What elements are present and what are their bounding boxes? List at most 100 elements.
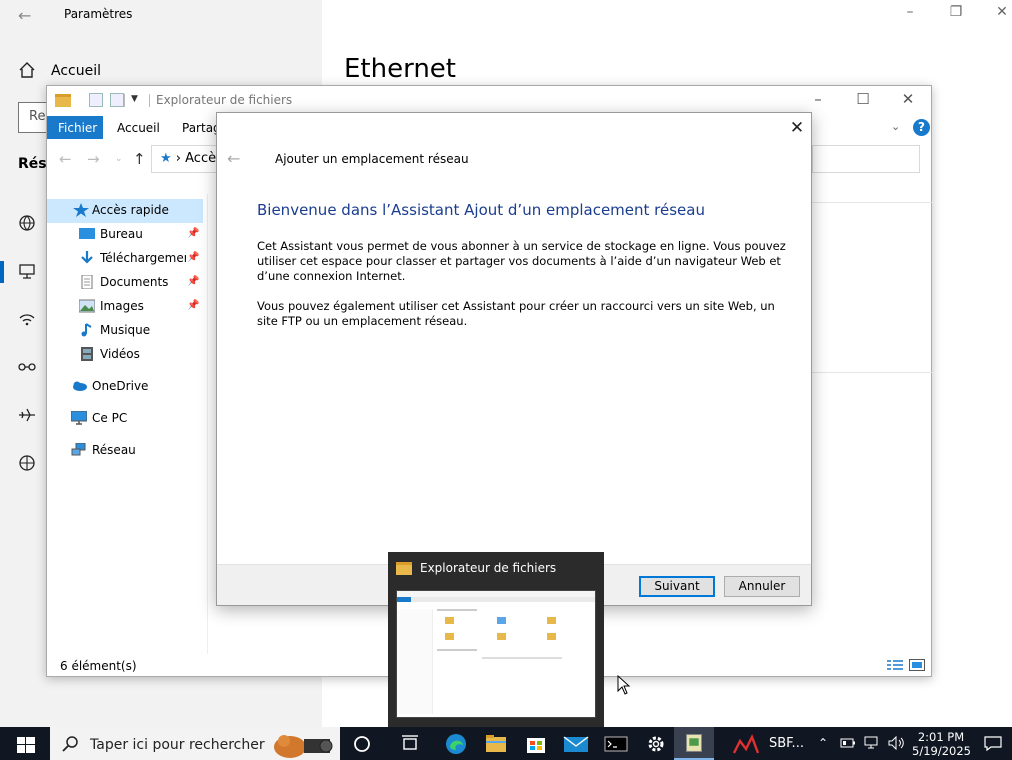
cancel-button[interactable]: Annuler [724,576,800,597]
star-icon [73,203,89,217]
thumbnail-window-image[interactable] [396,590,596,718]
settings-gear-icon[interactable] [636,727,676,760]
nav-item-label: Accès rapide [92,203,169,217]
nav-selection-indicator [0,261,4,283]
nav-item-label: OneDrive [92,379,149,393]
explorer-maximize-button[interactable]: ☐ [852,90,874,108]
airplane-mode-icon[interactable] [17,406,37,424]
back-arrow-icon[interactable]: ← [59,150,72,168]
nav-item-telechargements[interactable]: Téléchargements 📌 [47,247,203,271]
vpn-icon[interactable] [17,358,37,376]
explorer-minimize-button[interactable]: – [807,90,829,108]
wizard-header-title: Ajouter un emplacement réseau [275,152,469,166]
search-highlight-illustration [274,735,333,758]
home-icon[interactable] [18,62,36,78]
title-separator [149,94,150,107]
wizard-close-button[interactable]: ✕ [787,118,807,138]
file-explorer-icon[interactable] [476,727,516,760]
images-folder-icon [79,299,95,313]
taskbar-clock[interactable]: 2:01 PM 5/19/2025 [912,730,971,758]
folder-icon [445,633,454,640]
ribbon-expand-icon[interactable]: ⌄ [891,120,900,133]
network-wizard-icon[interactable] [674,727,714,760]
recent-locations-icon[interactable]: ⌄ [115,154,123,164]
globe-network-icon[interactable] [17,214,37,232]
large-icons-view-icon[interactable] [909,659,925,671]
nav-item-reseau[interactable]: Réseau [47,439,203,463]
wifi-icon[interactable] [17,310,37,328]
details-view-icon[interactable] [887,659,903,671]
nav-item-ce-pc[interactable]: Ce PC [47,407,203,431]
thumbnail-text-line [437,609,477,611]
wizard-intro-paragraph: Cet Assistant vous permet de vous abonne… [257,239,786,283]
thumbnail-text-line [437,649,477,651]
sbf-app-label[interactable]: SBF... [769,736,804,751]
settings-home-label[interactable]: Accueil [51,63,101,79]
settings-title: Paramètres [64,7,133,21]
globe-icon[interactable] [17,454,37,472]
computer-icon [71,411,87,425]
nav-item-videos[interactable]: Vidéos [47,343,203,367]
cortana-icon[interactable] [342,727,382,760]
pin-icon[interactable]: 📌 [187,276,199,287]
settings-close-button[interactable]: ✕ [992,4,1012,20]
forward-arrow-icon[interactable]: → [87,150,100,168]
add-network-location-wizard: ✕ ← Ajouter un emplacement réseau Bienve… [216,112,812,606]
pin-icon[interactable]: 📌 [187,228,199,239]
thumbnail-title: Explorateur de fichiers [420,561,557,575]
explorer-search-input[interactable] [812,145,920,173]
ethernet-icon[interactable] [17,262,37,280]
store-icon[interactable] [516,727,556,760]
taskbar-search-box[interactable]: Taper ici pour rechercher [50,727,340,760]
search-icon [62,736,78,752]
task-view-icon[interactable] [390,727,430,760]
explorer-close-button[interactable]: ✕ [897,90,919,108]
nav-item-onedrive[interactable]: OneDrive [47,375,203,399]
pane-divider[interactable] [207,194,208,654]
nav-item-images[interactable]: Images 📌 [47,295,203,319]
network-tray-icon[interactable] [864,736,882,750]
nav-item-bureau[interactable]: Bureau 📌 [47,223,203,247]
tab-fichier[interactable]: Fichier [47,116,103,139]
wizard-shortcut-paragraph: Vous pouvez également utiliser cet Assis… [257,299,775,328]
terminal-icon[interactable] [596,727,636,760]
sbf-app-icon[interactable] [726,727,764,760]
explorer-title: Explorateur de fichiers [156,93,293,107]
next-button[interactable]: Suivant [639,576,715,597]
back-arrow-icon[interactable]: ← [18,6,31,25]
pin-icon[interactable]: 📌 [187,300,199,311]
properties-icon[interactable] [89,93,103,107]
show-hidden-icons-chevron-icon[interactable]: ⌃ [818,736,828,750]
folder-icon [497,633,506,640]
wizard-back-arrow-icon[interactable]: ← [227,149,240,168]
taskbar-thumbnail-preview[interactable]: Explorateur de fichiers [388,552,604,727]
nav-item-label: Documents [100,275,169,289]
new-folder-icon[interactable] [110,93,124,107]
volume-icon[interactable] [888,736,906,750]
pin-icon[interactable]: 📌 [187,252,199,263]
nav-item-label: Images [100,299,144,313]
nav-item-label: Musique [100,323,151,337]
qat-dropdown-icon[interactable]: ▼ [131,94,138,104]
windows-start-icon[interactable] [17,737,35,753]
edge-icon[interactable] [436,727,476,760]
address-bar[interactable]: ★ › Accè [151,145,221,173]
settings-restore-button[interactable]: ❐ [946,4,966,20]
documents-folder-icon [81,275,93,289]
tab-accueil[interactable]: Accueil [117,121,160,135]
breadcrumb[interactable]: Accè [185,151,216,166]
action-center-icon[interactable] [984,736,1002,751]
mail-icon[interactable] [556,727,596,760]
help-icon[interactable]: ? [913,119,930,136]
folder-icon [55,94,71,107]
up-arrow-icon[interactable]: ↑ [133,150,146,168]
settings-minimize-button[interactable]: – [900,4,920,20]
qat-separator [124,94,125,107]
mouse-cursor-icon [617,675,631,695]
onedrive-icon [73,381,87,391]
videos-folder-icon [81,347,93,361]
nav-item-musique[interactable]: Musique [47,319,203,343]
battery-icon[interactable] [840,736,856,750]
nav-item-documents[interactable]: Documents 📌 [47,271,203,295]
nav-item-quick-access[interactable]: Accès rapide [47,199,203,223]
